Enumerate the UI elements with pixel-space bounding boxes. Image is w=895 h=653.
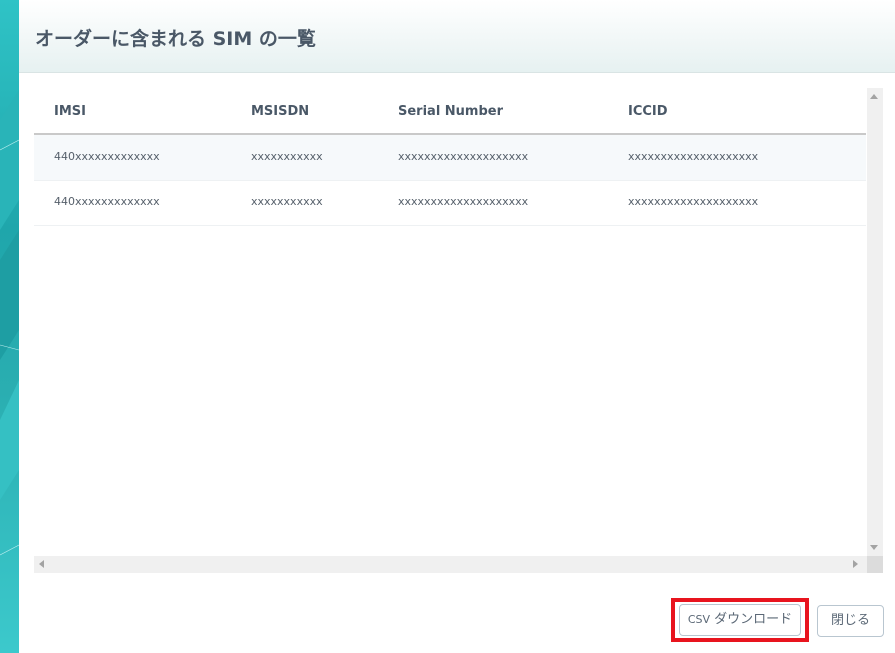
table-row[interactable]: 440xxxxxxxxxxxxx xxxxxxxxxxx xxxxxxxxxxx…: [34, 135, 866, 181]
table-row[interactable]: 440xxxxxxxxxxxxx xxxxxxxxxxx xxxxxxxxxxx…: [34, 180, 866, 226]
csv-download-prefix: CSV: [687, 613, 711, 626]
sim-table: IMSI MSISDN Serial Number ICCID 440xxxxx…: [34, 88, 866, 556]
cell-imsi: 440xxxxxxxxxxxxx: [54, 150, 160, 163]
scroll-up-arrow-icon[interactable]: [870, 94, 878, 99]
cell-iccid: xxxxxxxxxxxxxxxxxxxx: [628, 195, 759, 208]
column-header-iccid[interactable]: ICCID: [628, 104, 668, 119]
modal-header: オーダーに含まれる SIM の一覧: [19, 0, 895, 73]
sim-list-modal: オーダーに含まれる SIM の一覧 IMSI MSISDN Serial Num…: [19, 0, 895, 653]
page-background: [0, 0, 19, 653]
csv-download-label: ダウンロード: [714, 612, 793, 627]
cell-serial-number: xxxxxxxxxxxxxxxxxxxx: [398, 195, 529, 208]
close-button[interactable]: 閉じる: [817, 605, 884, 637]
column-header-serial-number[interactable]: Serial Number: [398, 104, 503, 119]
background-pattern: [0, 90, 19, 556]
horizontal-scrollbar[interactable]: [34, 556, 883, 573]
scroll-down-arrow-icon[interactable]: [870, 545, 878, 550]
cell-imsi: 440xxxxxxxxxxxxx: [54, 195, 160, 208]
cell-msisdn: xxxxxxxxxxx: [251, 195, 323, 208]
cell-serial-number: xxxxxxxxxxxxxxxxxxxx: [398, 150, 529, 163]
table-header: IMSI MSISDN Serial Number ICCID: [34, 88, 866, 136]
scroll-right-arrow-icon[interactable]: [853, 560, 858, 568]
scroll-left-arrow-icon[interactable]: [39, 560, 44, 568]
column-header-msisdn[interactable]: MSISDN: [251, 104, 309, 119]
modal-title: オーダーに含まれる SIM の一覧: [35, 28, 316, 50]
cell-msisdn: xxxxxxxxxxx: [251, 150, 323, 163]
column-header-imsi[interactable]: IMSI: [54, 104, 86, 119]
vertical-scrollbar[interactable]: [867, 88, 883, 556]
csv-download-button[interactable]: CSV ダウンロード: [679, 604, 801, 636]
scrollbar-corner: [867, 556, 883, 573]
cell-iccid: xxxxxxxxxxxxxxxxxxxx: [628, 150, 759, 163]
